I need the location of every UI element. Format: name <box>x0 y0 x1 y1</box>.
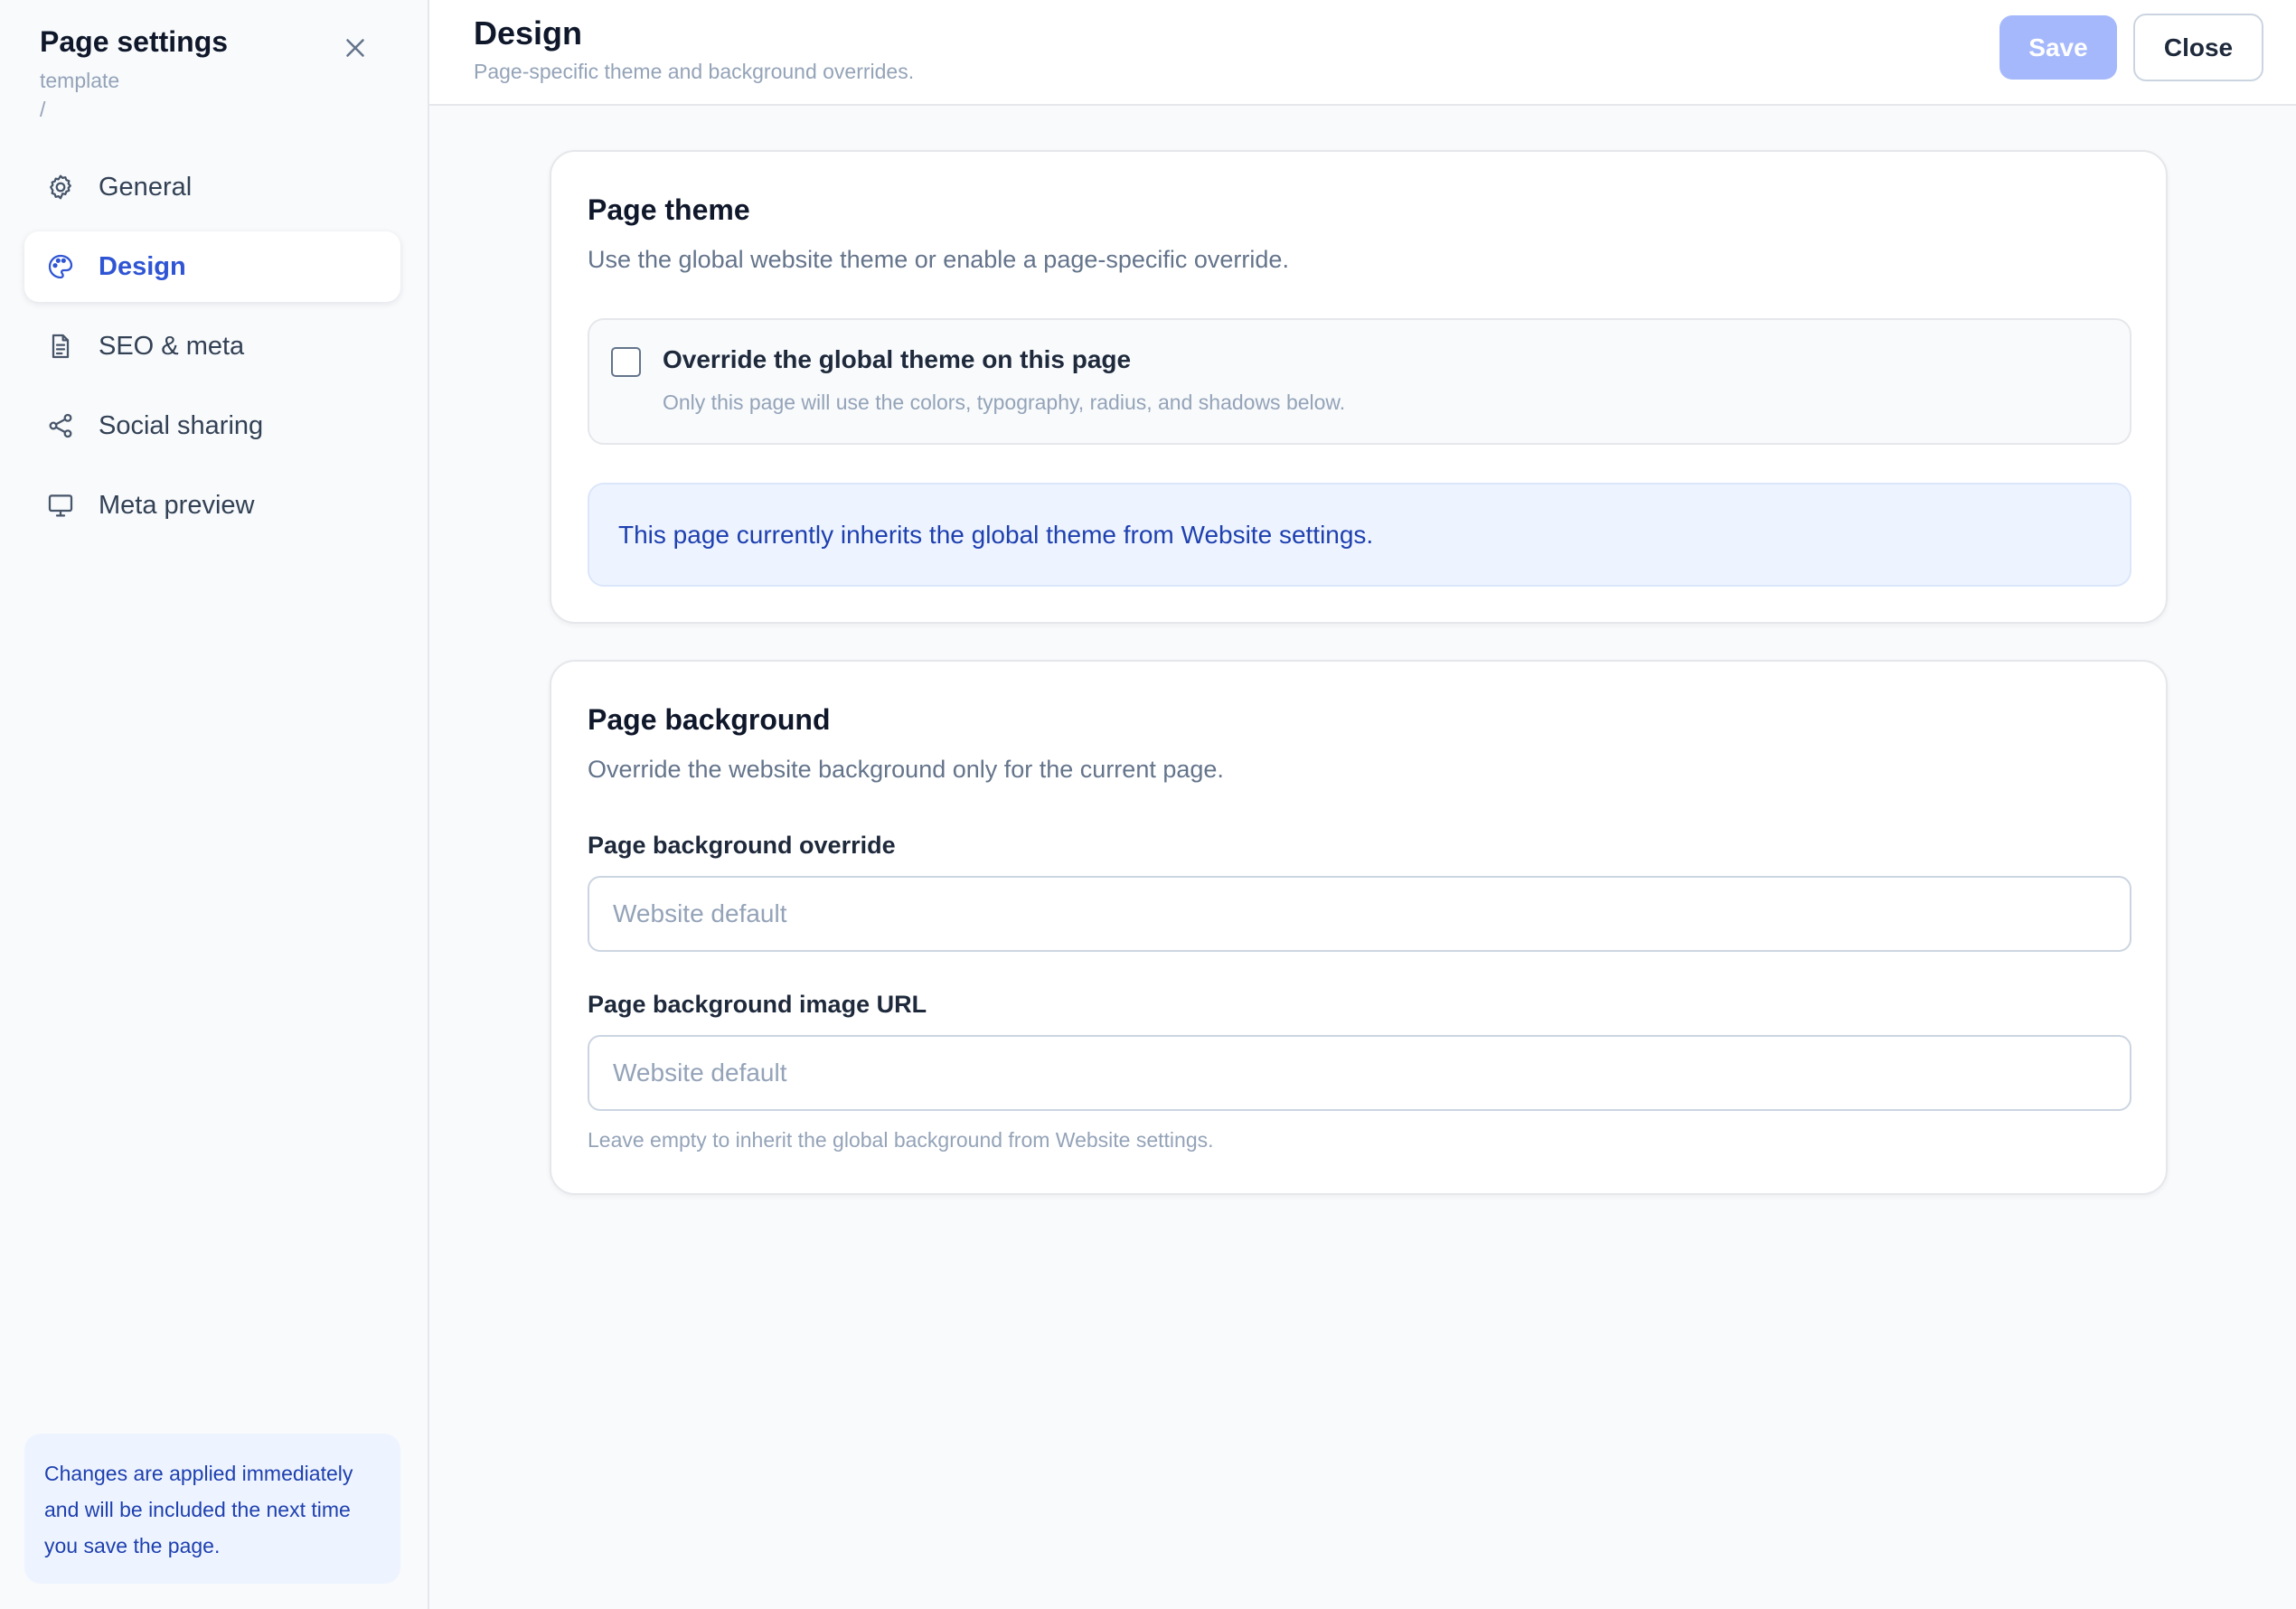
share-icon <box>44 409 77 442</box>
sidebar-note: Changes are applied immediately and will… <box>24 1434 400 1584</box>
gear-icon <box>44 171 77 203</box>
page-header: Design Page-specific theme and backgroun… <box>429 0 2296 106</box>
save-button[interactable]: Save <box>2000 15 2117 80</box>
settings-nav: General Design SEO & meta Social sharing… <box>24 152 400 550</box>
sidebar-item-label: SEO & meta <box>99 331 245 361</box>
sidebar-item-seo-meta[interactable]: SEO & meta <box>24 311 400 381</box>
bg-image-url-help: Leave empty to inherit the global backgr… <box>588 1128 1214 1152</box>
card-title: Page theme <box>588 193 750 226</box>
close-icon[interactable] <box>340 33 371 63</box>
override-theme-label[interactable]: Override the global theme on this page <box>663 345 1131 374</box>
sidebar-item-label: Social sharing <box>99 410 264 440</box>
sidebar-item-general[interactable]: General <box>24 152 400 222</box>
card-description: Use the global website theme or enable a… <box>588 246 1289 273</box>
page-subtitle: Page-specific theme and background overr… <box>474 60 915 83</box>
sidebar-item-design[interactable]: Design <box>24 231 400 302</box>
close-button[interactable]: Close <box>2133 14 2263 81</box>
page-template-name: template <box>40 69 120 92</box>
sidebar-item-label: Design <box>99 251 186 281</box>
page-theme-card: Page theme Use the global website theme … <box>550 150 2168 624</box>
page-title: Design <box>474 14 583 52</box>
page-path: / <box>40 98 46 121</box>
monitor-icon <box>44 489 77 522</box>
sidebar-item-label: Meta preview <box>99 490 255 520</box>
sidebar-item-meta-preview[interactable]: Meta preview <box>24 470 400 541</box>
override-theme-option: Override the global theme on this page O… <box>588 318 2131 445</box>
inherit-theme-info: This page currently inherits the global … <box>588 483 2131 587</box>
sidebar: Page settings template / General Design … <box>0 0 429 1609</box>
bg-override-label: Page background override <box>588 832 896 859</box>
override-theme-checkbox[interactable] <box>611 347 641 377</box>
override-theme-help: Only this page will use the colors, typo… <box>663 390 1346 414</box>
card-description: Override the website background only for… <box>588 756 1224 783</box>
page-background-card: Page background Override the website bac… <box>550 660 2168 1195</box>
sidebar-title: Page settings <box>40 25 229 58</box>
sidebar-item-label: General <box>99 172 193 202</box>
palette-icon <box>44 250 77 283</box>
document-icon <box>44 330 77 362</box>
card-title: Page background <box>588 703 831 736</box>
bg-override-input[interactable] <box>588 876 2131 952</box>
sidebar-item-social-sharing[interactable]: Social sharing <box>24 390 400 461</box>
bg-image-url-input[interactable] <box>588 1035 2131 1111</box>
bg-image-url-label: Page background image URL <box>588 991 927 1018</box>
